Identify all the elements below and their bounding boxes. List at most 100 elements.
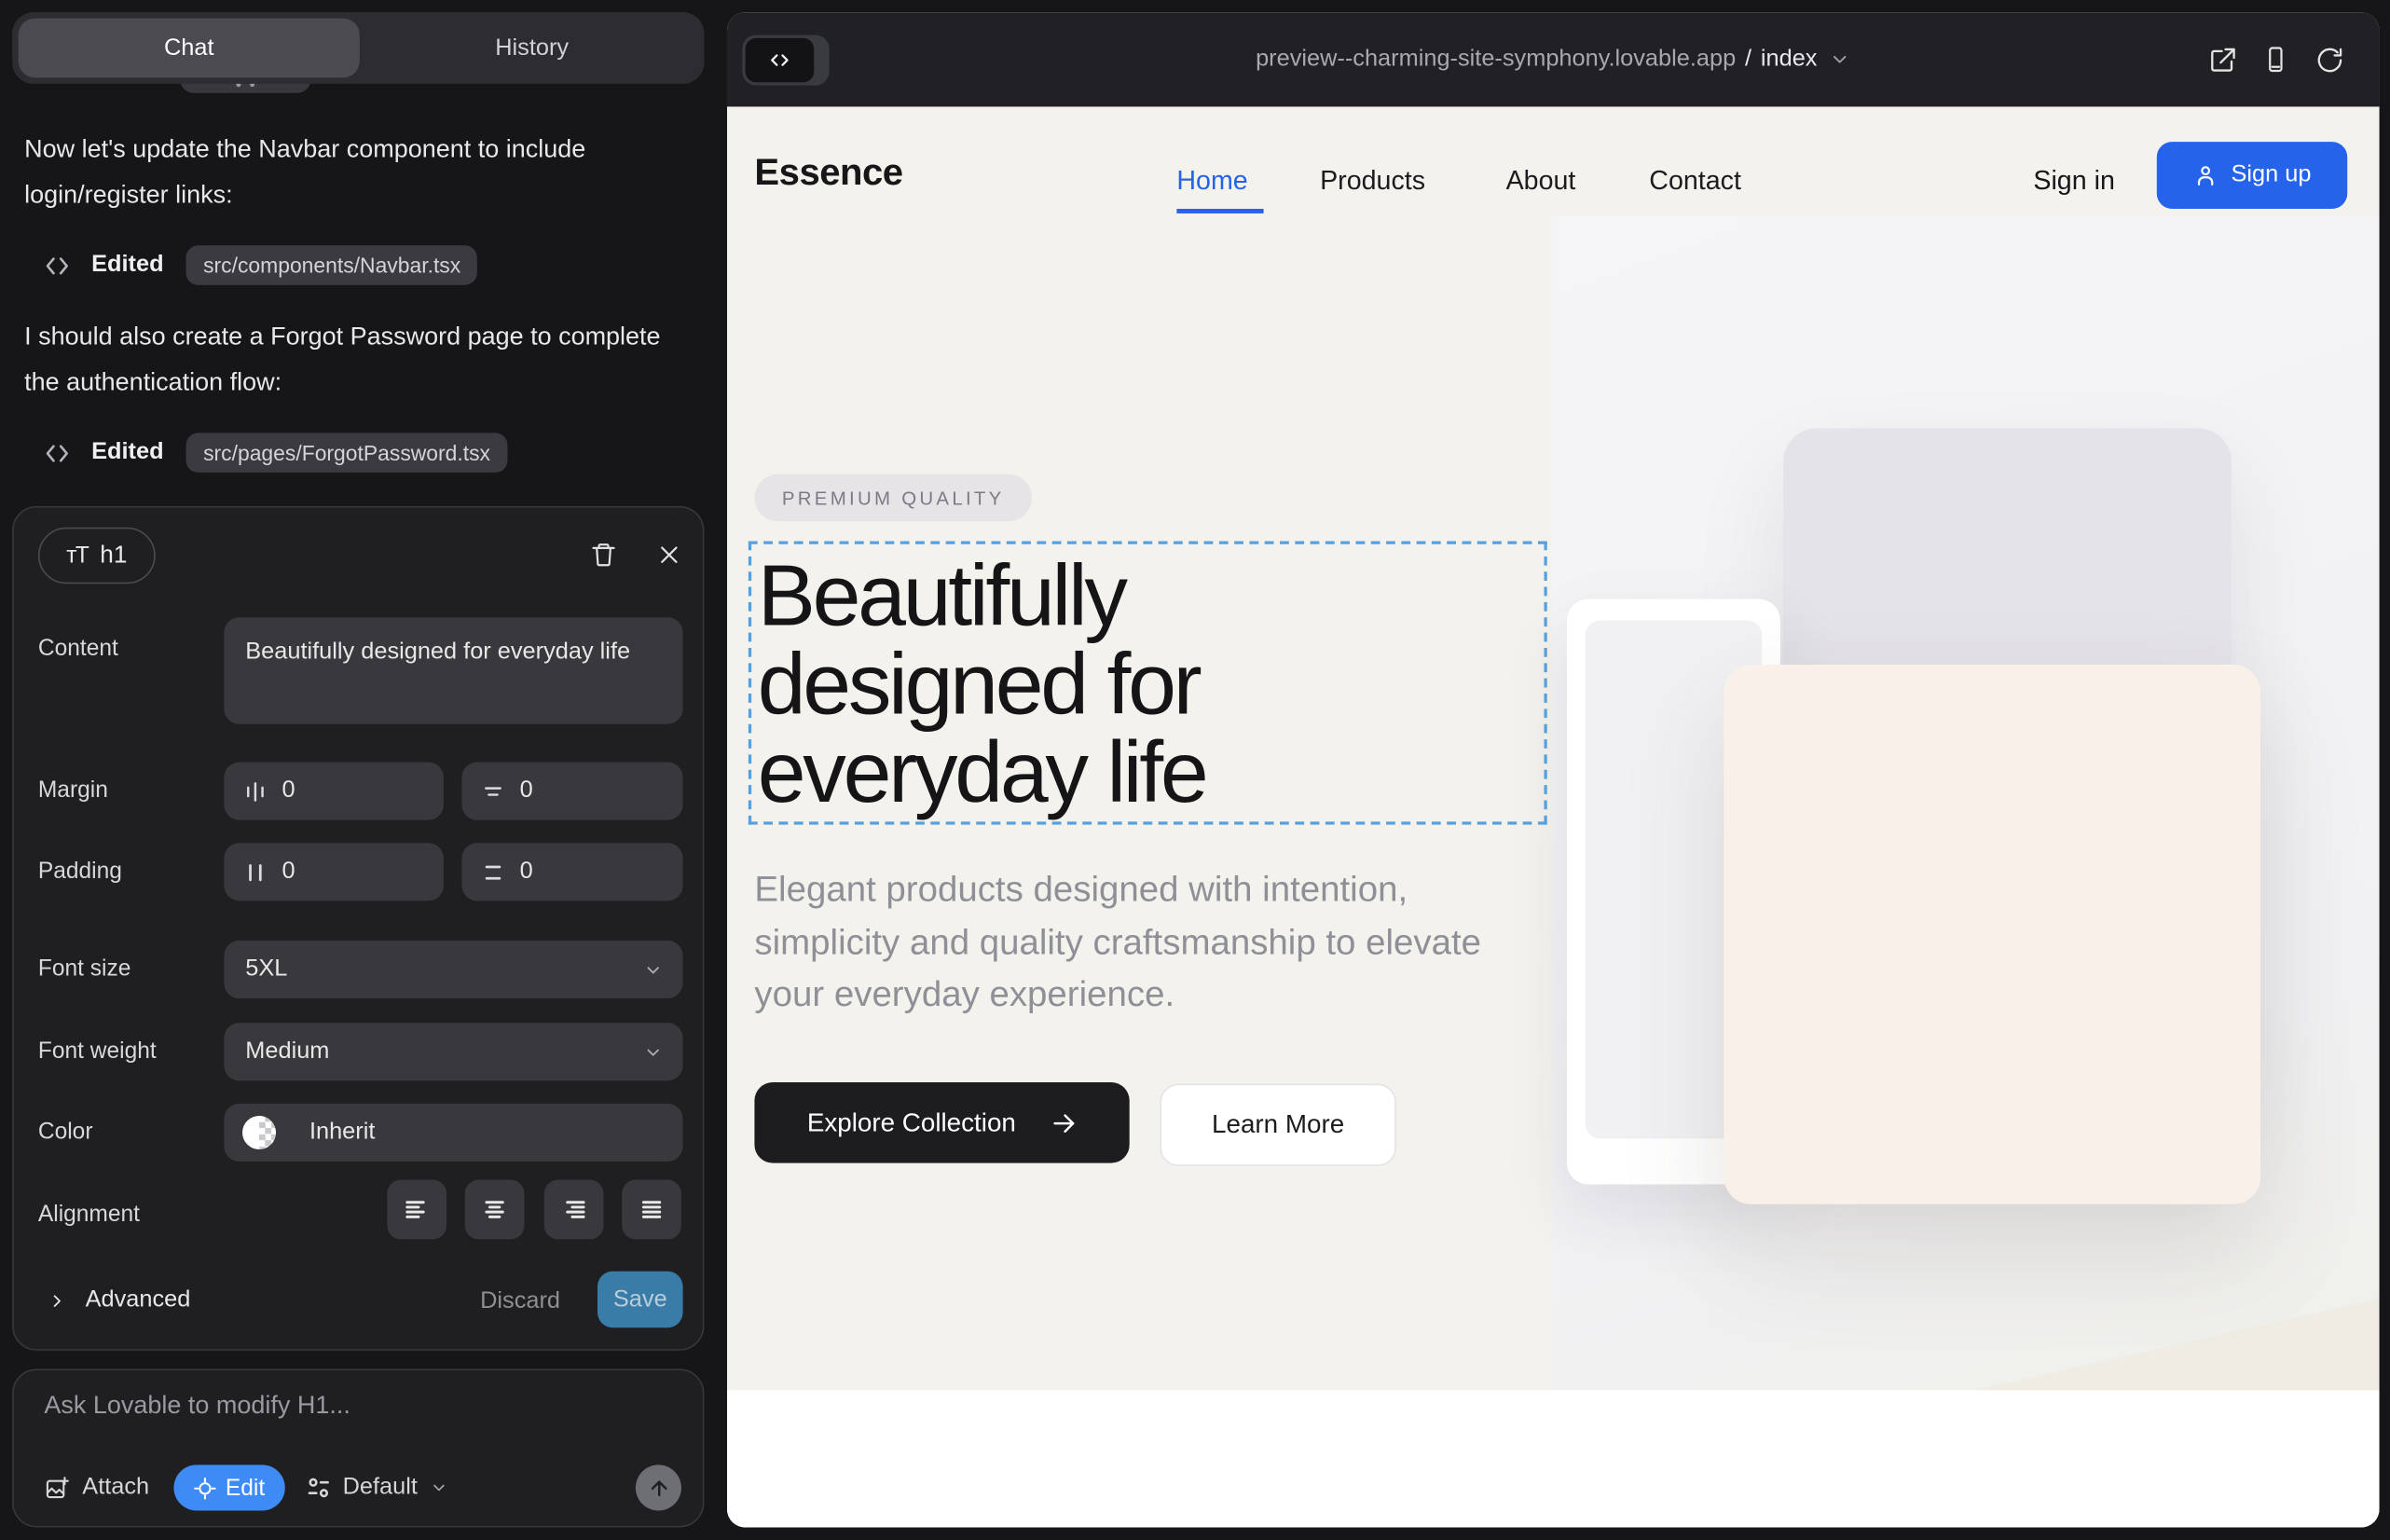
premium-badge: PREMIUM QUALITY — [754, 474, 1032, 522]
section-below-hero — [727, 1390, 2380, 1527]
edited-label: Edited — [91, 439, 163, 466]
chevron-down-icon — [430, 1478, 448, 1497]
font-weight-label: Font weight — [38, 1038, 157, 1065]
color-select[interactable]: Inherit — [224, 1104, 682, 1162]
color-swatch — [242, 1116, 276, 1149]
hero-media-panel — [1552, 216, 2380, 1390]
edited-label: Edited — [91, 252, 163, 279]
nav-link-home[interactable]: Home — [1176, 165, 1247, 197]
lovable-app: Chat History Now let's update the Navbar… — [0, 0, 2390, 1540]
close-panel-button[interactable] — [646, 532, 692, 578]
align-right-icon — [561, 1197, 587, 1223]
hero-paragraph: Elegant products designed with intention… — [754, 863, 1524, 1021]
explore-collection-button[interactable]: Explore Collection — [754, 1082, 1129, 1163]
attach-button[interactable]: Attach — [44, 1474, 149, 1501]
refresh-icon — [2315, 45, 2344, 74]
chat-message: I should also create a Forgot Password p… — [24, 315, 682, 405]
element-editor-panel: тT h1 Content Beautifully designed for e… — [12, 506, 704, 1351]
padding-y-input[interactable]: 0 — [461, 843, 682, 901]
align-justify-icon — [639, 1197, 665, 1223]
user-icon — [2193, 163, 2218, 187]
font-weight-select[interactable]: Medium — [224, 1023, 682, 1080]
nav-active-underline — [1176, 209, 1263, 213]
chevron-down-icon — [643, 1042, 663, 1062]
open-external-button[interactable] — [2208, 12, 2237, 106]
sliders-icon — [306, 1476, 330, 1500]
edited-file-row: Edited src/components/Navbar.tsx — [43, 242, 477, 288]
sign-in-link[interactable]: Sign in — [2033, 165, 2115, 197]
nav-link-about[interactable]: About — [1506, 165, 1576, 197]
advanced-toggle[interactable]: Advanced — [48, 1286, 191, 1313]
chevron-down-icon — [643, 959, 663, 979]
chat-message: Now let's update the Navbar component to… — [24, 128, 682, 217]
padding-x-icon — [244, 860, 268, 884]
url-domain: preview--charming-site-symphony.lovable.… — [1256, 46, 1736, 73]
editor-footer: Advanced Discard Save — [14, 1272, 703, 1353]
margin-x-icon — [244, 779, 268, 803]
prompt-toolbar: Attach Edit Default — [44, 1464, 681, 1510]
align-right-button[interactable] — [544, 1180, 604, 1240]
save-button[interactable]: Save — [598, 1272, 683, 1328]
decor-card-beige — [1724, 665, 2260, 1204]
chevron-right-icon — [48, 1290, 67, 1310]
decor-wedge — [1974, 1299, 2380, 1390]
close-icon — [657, 543, 681, 567]
font-size-label: Font size — [38, 956, 131, 982]
prompt-box: Attach Edit Default — [12, 1368, 704, 1527]
code-icon — [43, 438, 72, 467]
content-label: Content — [38, 636, 118, 662]
delete-element-button[interactable] — [581, 532, 626, 578]
file-chip[interactable]: src/pages/ForgotPassword.tsx — [186, 433, 507, 473]
code-icon — [43, 251, 72, 280]
prompt-input[interactable] — [44, 1392, 668, 1444]
chevron-down-icon — [1830, 48, 1851, 70]
margin-y-icon — [482, 779, 505, 803]
padding-y-icon — [482, 860, 505, 884]
content-textarea[interactable]: Beautifully designed for everyday life — [224, 617, 682, 723]
margin-x-input[interactable]: 0 — [224, 763, 443, 820]
align-left-button[interactable] — [387, 1180, 446, 1240]
site-brand[interactable]: Essence — [754, 153, 902, 196]
padding-label: Padding — [38, 859, 122, 885]
align-center-icon — [482, 1197, 508, 1223]
site-viewport: Essence Home Products About Contact Sign… — [727, 106, 2380, 1527]
browser-top-bar: preview--charming-site-symphony.lovable.… — [727, 12, 2380, 106]
element-type-pill[interactable]: тT h1 — [38, 528, 156, 584]
align-justify-button[interactable] — [622, 1180, 681, 1240]
learn-more-button[interactable]: Learn More — [1160, 1084, 1395, 1166]
font-size-select[interactable]: 5XL — [224, 941, 682, 998]
refresh-button[interactable] — [2315, 12, 2344, 106]
chat-history-tabs: Chat History — [12, 12, 704, 84]
margin-label: Margin — [38, 777, 108, 804]
target-icon — [194, 1477, 217, 1500]
sign-up-button[interactable]: Sign up — [2157, 142, 2347, 209]
smartphone-icon — [2262, 44, 2289, 75]
image-plus-icon — [44, 1475, 70, 1501]
nav-link-contact[interactable]: Contact — [1649, 165, 1741, 197]
url-path: index — [1761, 46, 1818, 73]
edit-mode-button[interactable]: Edit — [173, 1464, 284, 1510]
color-label: Color — [38, 1119, 93, 1145]
discard-button[interactable]: Discard — [480, 1288, 560, 1315]
mobile-view-button[interactable] — [2262, 12, 2289, 106]
align-left-icon — [404, 1197, 430, 1223]
trash-icon — [590, 541, 617, 568]
url-separator: / — [1745, 46, 1751, 73]
preview-window: preview--charming-site-symphony.lovable.… — [727, 12, 2380, 1527]
arrow-right-icon — [1050, 1109, 1077, 1136]
hero-heading[interactable]: Beautifully designed for everyday life — [758, 552, 1206, 818]
url-bar[interactable]: preview--charming-site-symphony.lovable.… — [727, 12, 2380, 106]
external-link-icon — [2208, 45, 2237, 74]
file-chip[interactable]: src/components/Navbar.tsx — [186, 245, 477, 285]
tab-history[interactable]: History — [360, 12, 705, 84]
element-tag-label: h1 — [100, 542, 127, 569]
margin-y-input[interactable]: 0 — [461, 763, 682, 820]
send-button[interactable] — [636, 1464, 681, 1510]
padding-x-input[interactable]: 0 — [224, 843, 443, 901]
align-center-button[interactable] — [465, 1180, 525, 1240]
text-type-icon: тT — [66, 543, 88, 569]
mode-select[interactable]: Default — [306, 1474, 447, 1501]
nav-link-products[interactable]: Products — [1320, 165, 1425, 197]
tab-chat[interactable]: Chat — [19, 19, 360, 78]
alignment-label: Alignment — [38, 1202, 140, 1228]
